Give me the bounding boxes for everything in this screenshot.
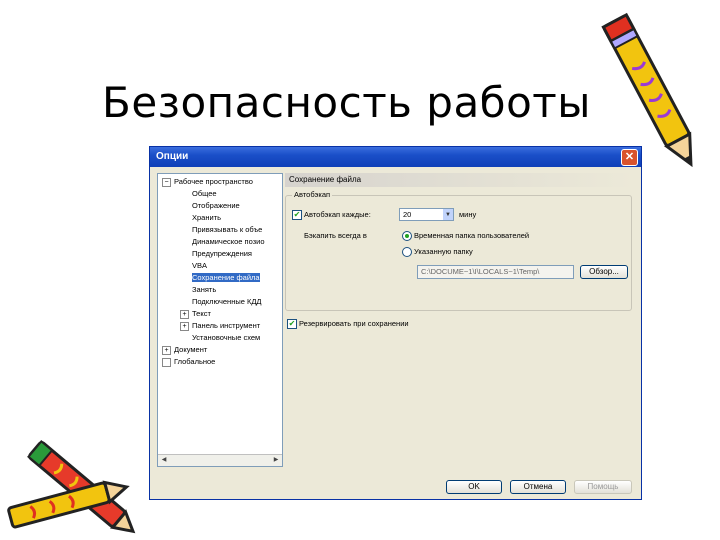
cancel-button[interactable]: Отмена bbox=[510, 480, 566, 494]
browse-button[interactable]: Обзор... bbox=[580, 265, 628, 279]
save-to-label: Бэкапить всегда в bbox=[304, 231, 367, 240]
close-button[interactable]: ✕ bbox=[621, 149, 638, 166]
backup-interval-value: 20 bbox=[403, 210, 412, 219]
expand-icon[interactable]: + bbox=[180, 321, 189, 331]
help-button[interactable]: Помощь bbox=[574, 480, 632, 494]
backup-path-input[interactable]: C:\DOCUME~1\I\LOCALS~1\Temp\ bbox=[417, 265, 574, 279]
backup-interval-combo[interactable]: 20 ▼ bbox=[399, 208, 454, 221]
settings-panel: Сохранение файла Автобэкап ✔ Автобэкап к… bbox=[285, 173, 636, 465]
tree-item-workspace[interactable]: − Рабочее пространство bbox=[162, 177, 253, 189]
autobackup-group-label: Автобэкап bbox=[292, 190, 333, 199]
tree-horizontal-scrollbar[interactable]: ◀ ▶ bbox=[158, 454, 282, 466]
scroll-left-icon[interactable]: ◀ bbox=[159, 456, 169, 464]
tree-leaf-icon bbox=[162, 357, 171, 367]
tree-item-connected[interactable]: Подключенные КДД bbox=[192, 297, 262, 309]
temp-folder-radio[interactable] bbox=[402, 231, 412, 241]
close-icon: ✕ bbox=[624, 151, 635, 163]
tree-item-dynamic[interactable]: Динамическое позио bbox=[192, 237, 265, 249]
expand-icon[interactable]: + bbox=[180, 309, 189, 319]
custom-folder-radio[interactable] bbox=[402, 247, 412, 257]
collapse-icon[interactable]: − bbox=[162, 177, 171, 187]
pencils-clipart-icon bbox=[7, 439, 136, 534]
dialog-titlebar[interactable]: Опции bbox=[150, 147, 641, 167]
tree-item-global[interactable]: Глобальное bbox=[162, 357, 215, 369]
dialog-title: Опции bbox=[156, 151, 189, 162]
tree-item-snap[interactable]: Привязывать к объе bbox=[192, 225, 262, 237]
tree-item-text[interactable]: + Текст bbox=[180, 309, 211, 321]
interval-unit: мину bbox=[459, 210, 477, 219]
tree-item-vba[interactable]: VBA bbox=[192, 261, 207, 273]
options-dialog: Опции ✕ − Рабочее пространство Общее Отоб… bbox=[149, 146, 642, 500]
backup-on-save-checkbox[interactable]: ✔ bbox=[287, 319, 297, 329]
slide-title: Безопасность работы bbox=[102, 78, 591, 127]
custom-folder-label: Указанную папку bbox=[414, 247, 473, 256]
scroll-right-icon[interactable]: ▶ bbox=[271, 456, 281, 464]
tree-item-general[interactable]: Общее bbox=[192, 189, 217, 201]
autobackup-checkbox[interactable]: ✔ bbox=[292, 210, 302, 220]
autobackup-checkbox-label: Автобэкап каждые: bbox=[304, 210, 371, 219]
tree-item-toolbars[interactable]: + Панель инструмент bbox=[180, 321, 260, 333]
ok-button[interactable]: OK bbox=[446, 480, 502, 494]
backup-on-save-label: Резервировать при сохранении bbox=[299, 319, 409, 328]
tree-item-setup[interactable]: Установочные схем bbox=[192, 333, 260, 345]
tree-item-warnings[interactable]: Предупреждения bbox=[192, 249, 252, 261]
expand-icon[interactable]: + bbox=[162, 345, 171, 355]
section-title: Сохранение файла bbox=[285, 173, 634, 187]
tree-item-storage[interactable]: Хранить bbox=[192, 213, 221, 225]
tree-item-occupy[interactable]: Занять bbox=[192, 285, 216, 297]
tree-item-document[interactable]: + Документ bbox=[162, 345, 207, 357]
temp-folder-label: Временная папка пользователей bbox=[414, 231, 530, 240]
tree-item-file-save[interactable]: Сохранение файла bbox=[192, 273, 260, 285]
options-tree[interactable]: − Рабочее пространство Общее Отображение … bbox=[157, 173, 283, 467]
chevron-down-icon[interactable]: ▼ bbox=[443, 209, 453, 220]
autobackup-group: Автобэкап ✔ Автобэкап каждые: 20 ▼ мину … bbox=[285, 190, 632, 311]
tree-item-display[interactable]: Отображение bbox=[192, 201, 240, 213]
